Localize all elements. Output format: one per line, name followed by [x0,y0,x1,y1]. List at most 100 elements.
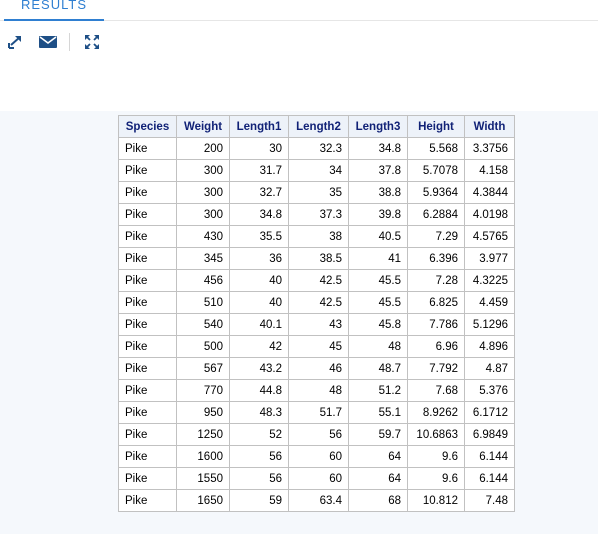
cell-length2: 38 [288,225,349,248]
tab-results[interactable]: RESULTS [4,0,104,21]
table-row: Pike 950 48.3 51.7 55.1 8.9262 6.1712 [118,401,515,424]
expand-icon [83,33,101,51]
cell-height: 5.568 [407,137,465,160]
cell-width: 4.0198 [464,203,515,226]
cell-weight: 1550 [176,467,230,490]
cell-length2: 32.3 [288,137,349,160]
cell-height: 7.29 [407,225,465,248]
cell-width: 7.48 [464,489,515,512]
cell-length1: 40 [229,269,289,292]
data-table: Species Weight Length1 Length2 Length3 H… [118,115,515,512]
column-header-length3: Length3 [348,115,408,138]
table-row: Pike 300 31.7 34 37.8 5.7078 4.158 [118,159,515,182]
column-header-species: Species [118,115,177,138]
table-row: Pike 500 42 45 48 6.96 4.896 [118,335,515,358]
cell-length3: 59.7 [348,423,408,446]
cell-weight: 1600 [176,445,230,468]
cell-species: Pike [118,357,177,380]
cell-length2: 38.5 [288,247,349,270]
column-header-height: Height [407,115,465,138]
cell-length3: 64 [348,467,408,490]
cell-length2: 63.4 [288,489,349,512]
cell-species: Pike [118,445,177,468]
cell-species: Pike [118,225,177,248]
table-row: Pike 430 35.5 38 40.5 7.29 4.5765 [118,225,515,248]
cell-weight: 567 [176,357,230,380]
email-button[interactable] [37,32,59,52]
cell-length3: 45.5 [348,269,408,292]
cell-species: Pike [118,335,177,358]
table-row: Pike 770 44.8 48 51.2 7.68 5.376 [118,379,515,402]
table-row: Pike 1550 56 60 64 9.6 6.144 [118,467,515,490]
cell-species: Pike [118,159,177,182]
cell-length1: 42 [229,335,289,358]
cell-length2: 35 [288,181,349,204]
cell-length3: 45.8 [348,313,408,336]
cell-height: 6.825 [407,291,465,314]
cell-length3: 39.8 [348,203,408,226]
column-header-width: Width [464,115,515,138]
cell-species: Pike [118,379,177,402]
cell-height: 7.786 [407,313,465,336]
cell-width: 6.9849 [464,423,515,446]
results-tab-bar: RESULTS [0,0,598,21]
cell-length2: 34 [288,159,349,182]
cell-length1: 35.5 [229,225,289,248]
cell-height: 5.9364 [407,181,465,204]
cell-length3: 34.8 [348,137,408,160]
cell-species: Pike [118,137,177,160]
cell-length3: 45.5 [348,291,408,314]
cell-weight: 500 [176,335,230,358]
table-row: Pike 456 40 42.5 45.5 7.28 4.3225 [118,269,515,292]
cell-width: 4.3225 [464,269,515,292]
toolbar-divider [69,33,70,51]
cell-height: 10.6863 [407,423,465,446]
table-row: Pike 300 34.8 37.3 39.8 6.2884 4.0198 [118,203,515,226]
cell-weight: 950 [176,401,230,424]
table-row: Pike 1600 56 60 64 9.6 6.144 [118,445,515,468]
cell-species: Pike [118,203,177,226]
cell-length2: 42.5 [288,269,349,292]
cell-width: 4.459 [464,291,515,314]
cell-height: 6.2884 [407,203,465,226]
cell-length1: 56 [229,445,289,468]
cell-length3: 48 [348,335,408,358]
cell-width: 4.87 [464,357,515,380]
cell-length1: 36 [229,247,289,270]
cell-weight: 300 [176,181,230,204]
table-row: Pike 1650 59 63.4 68 10.812 7.48 [118,489,515,512]
cell-length1: 43.2 [229,357,289,380]
open-in-new-window-button[interactable] [4,32,26,52]
cell-length2: 37.3 [288,203,349,226]
cell-species: Pike [118,247,177,270]
cell-length2: 42.5 [288,291,349,314]
expand-button[interactable] [81,32,103,52]
cell-length3: 68 [348,489,408,512]
cell-height: 7.28 [407,269,465,292]
table-row: Pike 345 36 38.5 41 6.396 3.977 [118,247,515,270]
cell-width: 6.144 [464,445,515,468]
cell-length3: 38.8 [348,181,408,204]
cell-length3: 55.1 [348,401,408,424]
column-header-length2: Length2 [288,115,349,138]
cell-length3: 41 [348,247,408,270]
cell-species: Pike [118,467,177,490]
cell-height: 9.6 [407,445,465,468]
table-row: Pike 510 40 42.5 45.5 6.825 4.459 [118,291,515,314]
cell-length1: 31.7 [229,159,289,182]
cell-length3: 40.5 [348,225,408,248]
cell-length1: 59 [229,489,289,512]
cell-width: 5.376 [464,379,515,402]
cell-length1: 32.7 [229,181,289,204]
open-in-new-window-icon [6,34,24,50]
cell-length1: 40.1 [229,313,289,336]
cell-length2: 43 [288,313,349,336]
cell-weight: 1250 [176,423,230,446]
cell-height: 10.812 [407,489,465,512]
cell-weight: 430 [176,225,230,248]
cell-length2: 46 [288,357,349,380]
cell-species: Pike [118,181,177,204]
cell-width: 3.977 [464,247,515,270]
cell-width: 4.3844 [464,181,515,204]
column-header-weight: Weight [176,115,230,138]
